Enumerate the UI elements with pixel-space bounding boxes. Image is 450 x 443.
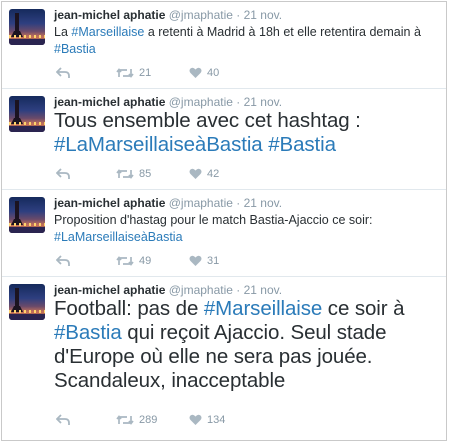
tweet-text: Proposition d'hastag pour le match Basti… [54,212,434,246]
tweet[interactable]: jean-michel aphatie @jmaphatie · 21 nov.… [2,190,446,277]
heart-icon [189,168,202,180]
tweet-text: La #Marseillaise a retenti à Madrid à 18… [54,24,434,58]
reply-button[interactable] [55,412,70,428]
retweet-icon [116,169,134,179]
tweet-text-segment: Football: pas de [54,297,204,320]
author-name[interactable]: jean-michel aphatie [54,8,165,22]
separator: · [236,283,241,297]
tweet[interactable]: jean-michel aphatie @jmaphatie · 21 nov.… [2,277,446,440]
tweet-text-segment: a retenti à Madrid à 18h et elle retenti… [144,25,421,39]
tweet-text-segment: ce soir à [322,297,405,320]
retweet-icon [116,415,134,425]
like-button[interactable]: 40 [189,65,219,81]
retweet-count: 21 [139,67,152,80]
separator: · [236,95,241,109]
tweet-header: jean-michel aphatie @jmaphatie · 21 nov. [54,283,282,297]
tweet[interactable]: jean-michel aphatie @jmaphatie · 21 nov.… [2,2,446,89]
author-handle[interactable]: @jmaphatie [169,283,233,297]
tweet-actions: 289 134 [54,412,314,428]
hashtag-link[interactable]: #LaMarseillaiseàBastia [54,230,183,244]
heart-icon [189,255,202,267]
retweet-count: 289 [139,414,158,427]
tweet-timeline: jean-michel aphatie @jmaphatie · 21 nov.… [1,1,447,441]
avatar[interactable] [9,284,45,320]
hashtag-link[interactable]: #Bastia [54,42,96,56]
tweet-date[interactable]: 21 nov. [244,8,282,22]
tweet-text: Tous ensemble avec cet hashtag : #LaMars… [54,109,439,157]
tweet-text: Football: pas de #Marseillaise ce soir à… [54,297,439,393]
author-handle[interactable]: @jmaphatie [169,95,233,109]
like-count: 40 [207,67,220,80]
like-count: 42 [207,168,220,181]
author-name[interactable]: jean-michel aphatie [54,196,165,210]
tweet-text-segment: Proposition d'hastag pour le match Basti… [54,213,373,227]
retweet-icon [116,256,134,266]
like-button[interactable]: 134 [189,412,225,428]
reply-button[interactable] [55,253,70,269]
tweet-date[interactable]: 21 nov. [244,196,282,210]
reply-arrow-icon [55,414,70,426]
hashtag-link[interactable]: #Marseillaise [71,25,144,39]
retweet-button[interactable]: 289 [116,412,157,428]
tweet-header: jean-michel aphatie @jmaphatie · 21 nov. [54,95,282,109]
hashtag-link[interactable]: #LaMarseillaiseàBastia [54,133,263,156]
heart-icon [189,414,202,426]
like-button[interactable]: 31 [189,253,219,269]
tweet[interactable]: jean-michel aphatie @jmaphatie · 21 nov.… [2,89,446,190]
avatar[interactable] [9,9,45,45]
retweet-count: 85 [139,168,152,181]
tweet-date[interactable]: 21 nov. [244,283,282,297]
author-handle[interactable]: @jmaphatie [169,196,233,210]
hashtag-link[interactable]: #Marseillaise [204,297,322,320]
tweet-actions: 85 42 [54,166,314,182]
author-handle[interactable]: @jmaphatie [169,8,233,22]
tweet-actions: 21 40 [54,65,314,81]
tweet-text-segment: La [54,25,72,39]
like-count: 31 [207,255,220,268]
reply-arrow-icon [55,67,70,79]
retweet-button[interactable]: 49 [116,253,151,269]
hashtag-link[interactable]: #Bastia [54,321,122,344]
separator: · [236,8,241,22]
retweet-icon [116,68,134,78]
hashtag-link[interactable]: #Bastia [268,133,336,156]
reply-arrow-icon [55,168,70,180]
author-name[interactable]: jean-michel aphatie [54,95,165,109]
like-count: 134 [207,414,226,427]
tweet-actions: 49 31 [54,253,314,269]
tweet-header: jean-michel aphatie @jmaphatie · 21 nov. [54,196,282,210]
heart-icon [189,67,202,79]
tweet-date[interactable]: 21 nov. [244,95,282,109]
tweet-header: jean-michel aphatie @jmaphatie · 21 nov. [54,8,282,22]
reply-button[interactable] [55,166,70,182]
reply-button[interactable] [55,65,70,81]
retweet-button[interactable]: 85 [116,166,151,182]
avatar[interactable] [9,96,45,132]
retweet-count: 49 [139,255,152,268]
retweet-button[interactable]: 21 [116,65,151,81]
avatar[interactable] [9,197,45,233]
separator: · [236,196,241,210]
tweet-text-segment: Tous ensemble avec cet hashtag : [54,109,361,132]
author-name[interactable]: jean-michel aphatie [54,283,165,297]
reply-arrow-icon [55,255,70,267]
like-button[interactable]: 42 [189,166,219,182]
